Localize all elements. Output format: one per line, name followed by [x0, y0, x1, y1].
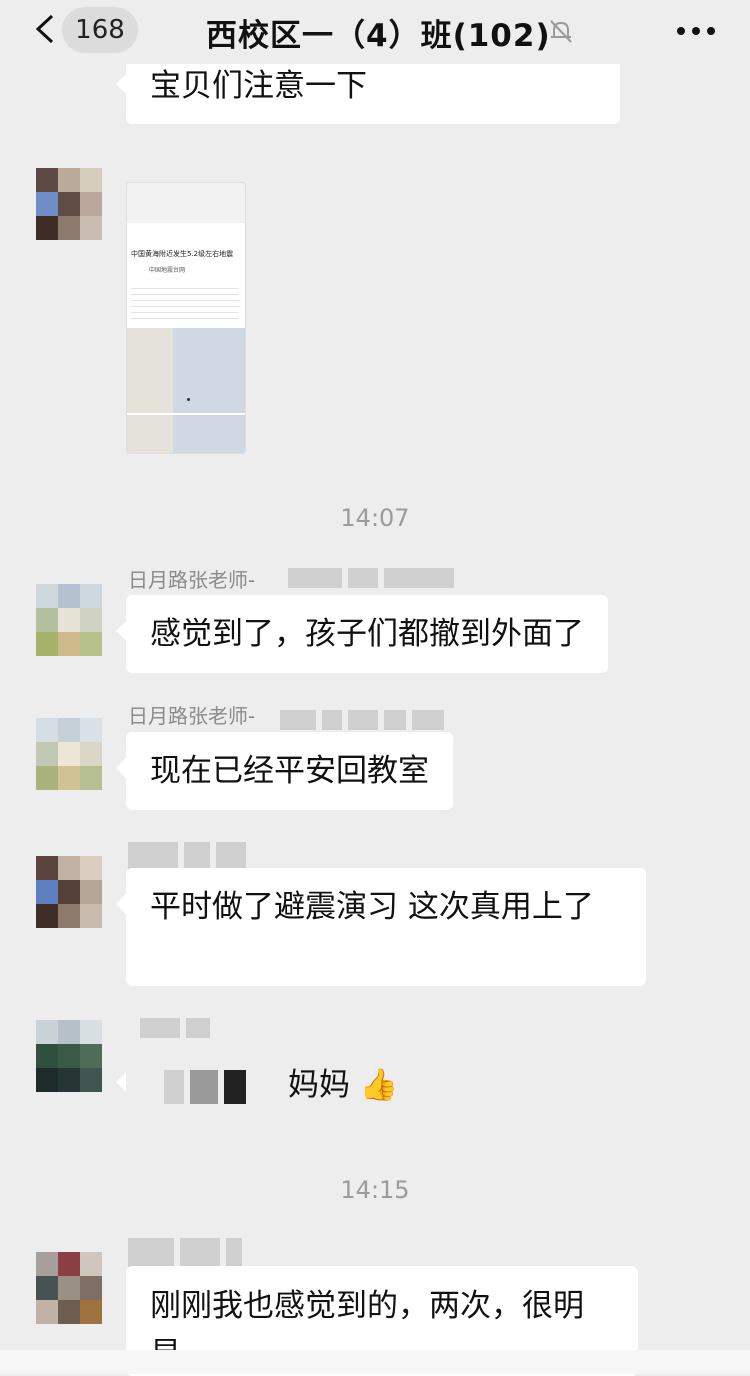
message-text: 宝贝们注意一下 [150, 68, 367, 104]
avatar[interactable] [36, 856, 102, 928]
chat-header: 168 西校区一（4）班(102) [0, 0, 750, 64]
mute-bell-icon [550, 20, 572, 43]
timestamp: 14:07 [340, 504, 410, 532]
message-text: 平时做了避震演习 这次真用上了 [150, 889, 594, 925]
redacted-name [128, 1238, 242, 1268]
message-text: 感觉到了，孩子们都撤到外面了 [150, 616, 584, 652]
group-title: 西校区一（4）班(102) [206, 18, 551, 54]
message-text: 妈妈 👍 [288, 1067, 399, 1103]
message-text: 现在已经平安回教室 [150, 753, 429, 789]
input-bar-edge [0, 1350, 750, 1374]
sender-name: 日月路张老师- [128, 568, 256, 592]
avatar[interactable] [36, 718, 102, 790]
timestamp: 14:15 [340, 1176, 410, 1204]
avatar[interactable] [36, 1252, 102, 1324]
thumbnail-paragraph [131, 283, 239, 323]
screenshot-image-message[interactable]: 中国黄海附近发生5.2级左右地震 中国地震台网 [126, 182, 246, 454]
more-dots-icon[interactable] [676, 26, 716, 36]
redacted-name [140, 1018, 210, 1038]
avatar[interactable] [36, 584, 102, 656]
thumbnail-map [127, 328, 245, 453]
message-bubble[interactable]: 平时做了避震演习 这次真用上了 [116, 868, 646, 986]
unread-count-badge[interactable]: 168 [62, 7, 138, 53]
thumbnail-source: 中国地震台网 [149, 267, 186, 274]
message-bubble[interactable]: 现在已经平安回教室 [116, 732, 453, 810]
thumbnail-topbar [127, 183, 245, 223]
back-chevron-icon[interactable] [34, 14, 56, 44]
sender-name: 日月路张老师- [128, 704, 256, 728]
redacted-name [280, 710, 444, 730]
avatar[interactable] [36, 168, 102, 240]
redacted-text [164, 1070, 246, 1104]
redacted-name [288, 568, 454, 588]
avatar[interactable] [36, 1020, 102, 1092]
redacted-name [128, 842, 246, 870]
thumbnail-headline: 中国黄海附近发生5.2级左右地震 [131, 250, 234, 258]
message-bubble[interactable]: 感觉到了，孩子们都撤到外面了 [116, 595, 608, 673]
